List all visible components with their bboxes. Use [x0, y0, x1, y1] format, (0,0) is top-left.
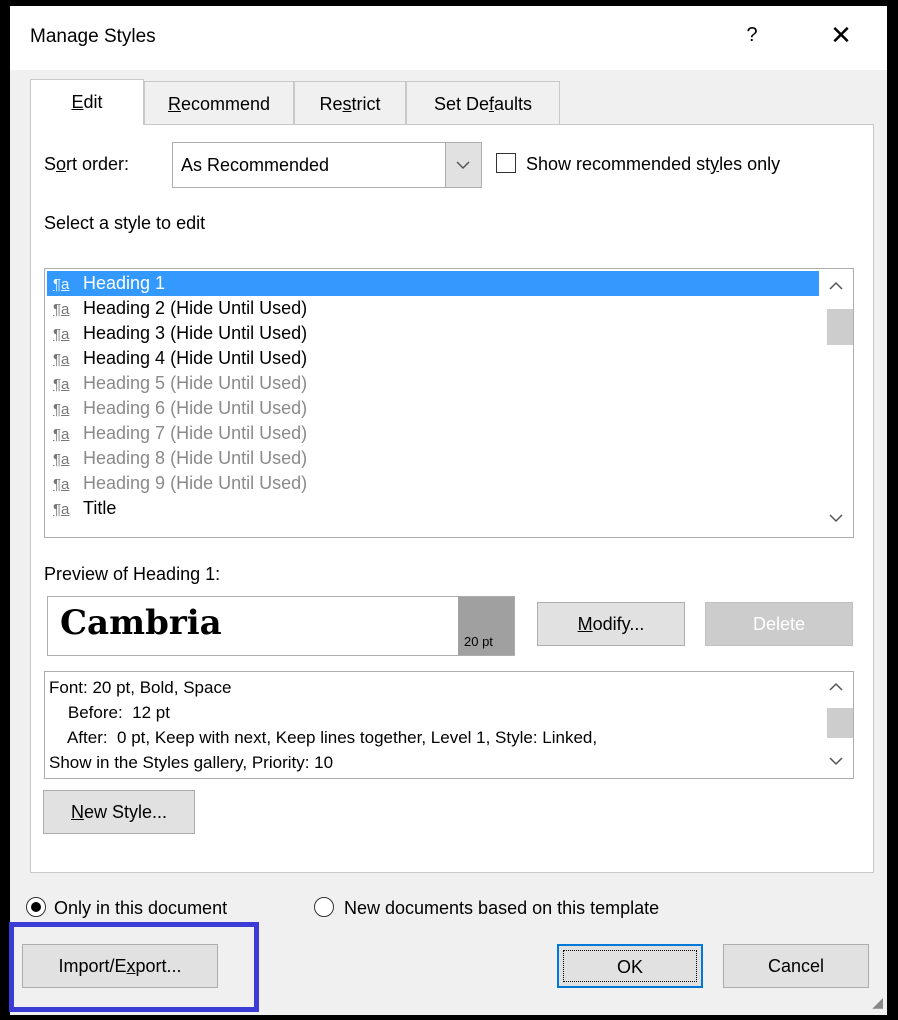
- close-button[interactable]: ✕: [823, 20, 859, 51]
- list-item[interactable]: ¶a Heading 8 (Hide Until Used): [47, 446, 819, 471]
- highlight-box: [9, 922, 259, 1012]
- tab-recommend[interactable]: Recommend: [144, 81, 294, 125]
- paragraph-style-icon: ¶a: [53, 276, 70, 293]
- list-item[interactable]: ¶a Heading 1: [47, 271, 819, 296]
- paragraph-style-icon: ¶a: [53, 301, 70, 318]
- dropdown-button[interactable]: [445, 143, 481, 187]
- show-recommended-checkbox[interactable]: [496, 153, 516, 173]
- select-style-label: Select a style to edit: [44, 213, 206, 233]
- preview-label: Preview of Heading 1:: [44, 564, 221, 584]
- paragraph-style-icon: ¶a: [53, 401, 70, 418]
- chevron-down-icon[interactable]: [819, 754, 853, 768]
- description-line: Show in the Styles gallery, Priority: 10: [49, 753, 334, 772]
- sort-order-select[interactable]: As Recommended: [172, 142, 482, 188]
- description-scrollbar[interactable]: [819, 672, 853, 778]
- description-line: Font: 20 pt, Bold, Space: [49, 678, 232, 697]
- modify-button[interactable]: Modify...: [537, 602, 685, 646]
- only-this-document-radio[interactable]: [26, 897, 46, 917]
- preview-font-name: Cambria: [60, 603, 222, 643]
- new-style-button[interactable]: New Style...: [43, 790, 195, 834]
- paragraph-style-icon: ¶a: [53, 501, 70, 518]
- close-icon: ✕: [830, 20, 852, 50]
- list-item[interactable]: ¶a Heading 5 (Hide Until Used): [47, 371, 819, 396]
- list-item[interactable]: ¶a Heading 7 (Hide Until Used): [47, 421, 819, 446]
- description-line: Before: 12 pt: [49, 703, 170, 722]
- ok-button[interactable]: OK: [557, 944, 703, 988]
- scrollbar-thumb[interactable]: [827, 309, 853, 345]
- dialog-title: Manage Styles: [30, 26, 156, 47]
- paragraph-style-icon: ¶a: [53, 476, 70, 493]
- style-list-scrollbar[interactable]: [819, 269, 853, 537]
- chevron-down-icon[interactable]: [819, 511, 853, 525]
- chevron-up-icon[interactable]: [819, 279, 853, 293]
- manage-styles-dialog: Manage Styles ? ✕ Edit Recommend Restric…: [10, 6, 887, 1015]
- paragraph-style-icon: ¶a: [53, 426, 70, 443]
- sort-order-label: Sort order:: [44, 154, 130, 174]
- paragraph-style-icon: ¶a: [53, 451, 70, 468]
- chevron-down-icon: [456, 161, 470, 170]
- title-bar: Manage Styles ? ✕: [10, 6, 887, 70]
- sort-order-value: As Recommended: [181, 155, 330, 175]
- focus-rectangle: [563, 950, 697, 982]
- paragraph-style-icon: ¶a: [53, 326, 70, 343]
- new-documents-radio[interactable]: [314, 897, 334, 917]
- show-recommended-label[interactable]: Show recommended styles only: [526, 154, 780, 175]
- new-documents-label[interactable]: New documents based on this template: [344, 898, 659, 919]
- scrollbar-thumb[interactable]: [827, 708, 853, 738]
- style-list[interactable]: ¶a Heading 1 ¶a Heading 2 (Hide Until Used…: [44, 268, 854, 538]
- radio-selected-dot: [31, 902, 41, 912]
- tab-restrict[interactable]: Restrict: [294, 81, 406, 125]
- only-this-document-label[interactable]: Only in this document: [54, 898, 227, 919]
- list-item[interactable]: ¶a Heading 4 (Hide Until Used): [47, 346, 819, 371]
- list-item[interactable]: ¶a Heading 3 (Hide Until Used): [47, 321, 819, 346]
- resize-grip-icon[interactable]: ◢: [872, 994, 883, 1011]
- tab-edit[interactable]: Edit: [30, 79, 144, 125]
- list-item[interactable]: ¶a Heading 6 (Hide Until Used): [47, 396, 819, 421]
- help-button[interactable]: ?: [737, 24, 767, 47]
- list-item[interactable]: ¶a Title: [47, 496, 819, 521]
- paragraph-style-icon: ¶a: [53, 376, 70, 393]
- list-item[interactable]: ¶a Heading 2 (Hide Until Used): [47, 296, 819, 321]
- preview-size-box: 20 pt: [458, 597, 514, 655]
- paragraph-style-icon: ¶a: [53, 351, 70, 368]
- tab-set-defaults[interactable]: Set Defaults: [406, 81, 560, 125]
- chevron-up-icon[interactable]: [819, 680, 853, 694]
- style-preview: Cambria 20 pt: [47, 596, 515, 656]
- description-line: After: 0 pt, Keep with next, Keep lines …: [49, 728, 598, 747]
- cancel-button[interactable]: Cancel: [723, 944, 869, 988]
- style-description: Font: 20 pt, Bold, Space Before: 12 pt A…: [44, 671, 854, 779]
- delete-button[interactable]: Delete: [705, 602, 853, 646]
- list-item[interactable]: ¶a Heading 9 (Hide Until Used): [47, 471, 819, 496]
